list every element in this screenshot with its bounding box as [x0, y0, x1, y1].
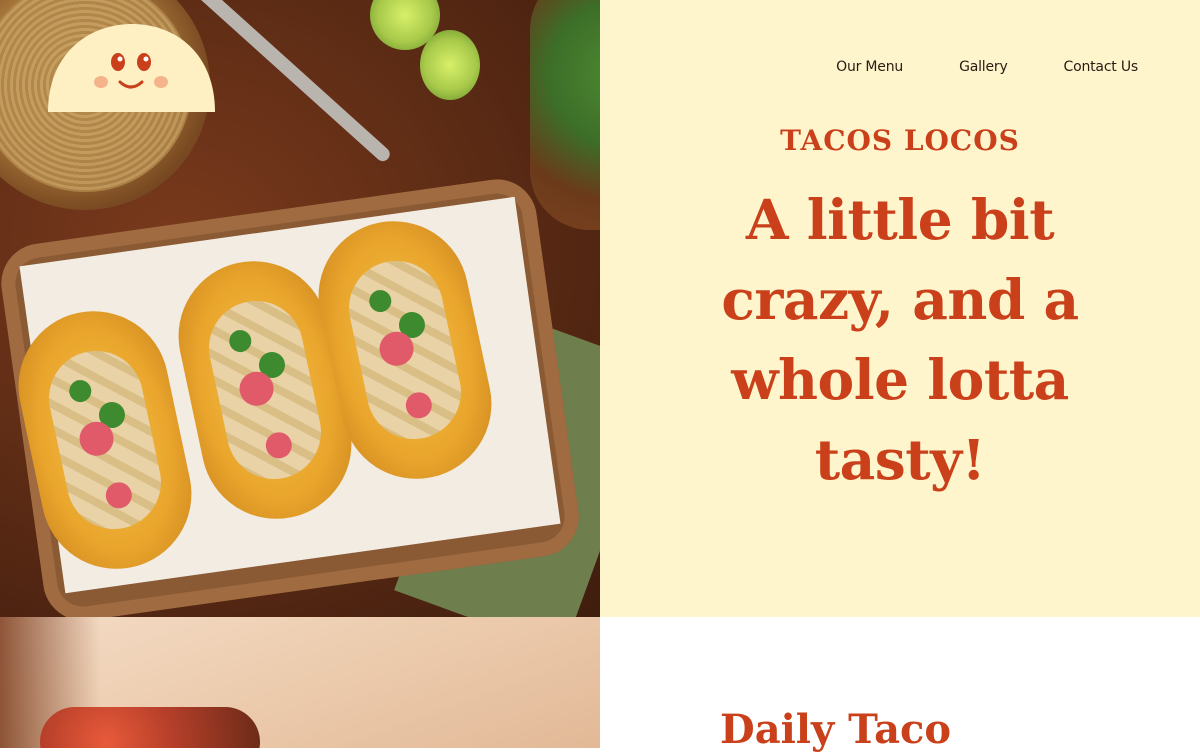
- lime-wedge: [420, 30, 480, 100]
- main-nav: Our Menu Gallery Contact Us: [836, 59, 1138, 75]
- nav-our-menu[interactable]: Our Menu: [836, 59, 903, 75]
- hero-headline: A little bit crazy, and a whole lotta ta…: [721, 187, 1079, 492]
- hero-panel: Our Menu Gallery Contact Us TACOS LOCOS …: [600, 0, 1200, 617]
- fork: [190, 0, 393, 164]
- daily-taco-photo: [0, 617, 600, 748]
- nav-contact-us[interactable]: Contact Us: [1064, 59, 1139, 75]
- brand-name: TACOS LOCOS: [780, 124, 1020, 157]
- salad-bowl: [530, 0, 600, 230]
- section-title-daily-taco: Daily Taco: [720, 706, 952, 753]
- logo-icon[interactable]: [48, 24, 215, 112]
- hero-photo-tacos: [0, 0, 600, 617]
- taco-filling: [40, 707, 260, 748]
- nav-gallery[interactable]: Gallery: [959, 59, 1008, 75]
